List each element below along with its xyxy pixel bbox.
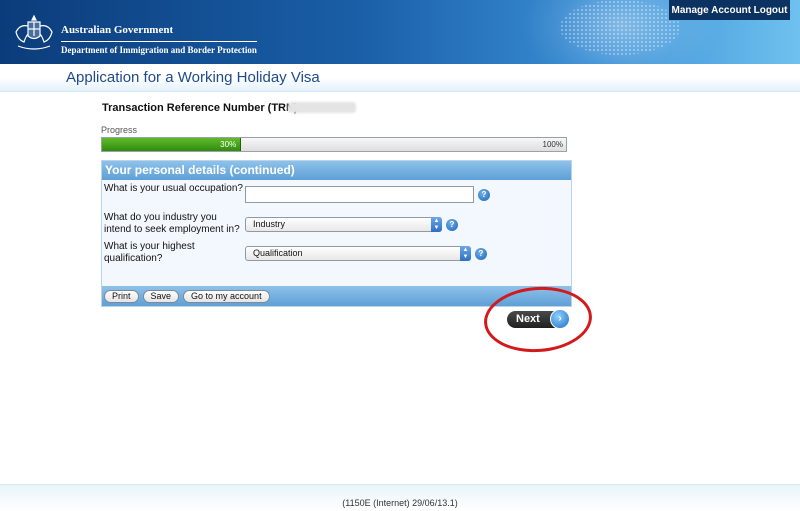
print-button[interactable]: Print [104, 289, 139, 303]
panel-heading: Your personal details (continued) [102, 161, 571, 180]
industry-help-icon[interactable]: ? [446, 219, 458, 231]
department-name: Department of Immigration and Border Pro… [61, 41, 257, 56]
manage-account-link[interactable]: Manage Account [671, 5, 751, 16]
select-arrows-icon: ▲ ▼ [431, 217, 442, 232]
progress-fill: 30% [102, 138, 242, 151]
trn-label: Transaction Reference Number (TRN): [102, 102, 302, 114]
industry-select[interactable]: Industry ▲ ▼ [245, 217, 442, 232]
progress-current-text: 30% [220, 140, 237, 149]
go-to-account-button[interactable]: Go to my account [183, 289, 270, 303]
logout-link[interactable]: Logout [754, 5, 788, 16]
progress-label: Progress [101, 125, 138, 135]
occupation-input[interactable] [245, 186, 474, 203]
globe-dots-graphic [560, 0, 680, 55]
gov-name: Australian Government [61, 24, 174, 36]
industry-selected-value: Industry [253, 219, 286, 229]
site-header: Australian Government Department of Immi… [0, 0, 800, 64]
account-links: Manage Account Logout [669, 0, 790, 20]
progress-max-text: 100% [542, 140, 563, 149]
qualification-help-icon[interactable]: ? [475, 248, 487, 260]
select-arrows-icon: ▲ ▼ [460, 246, 471, 261]
government-branding: Australian Government Department of Immi… [61, 24, 257, 56]
occupation-help-icon[interactable]: ? [478, 189, 490, 201]
title-band: Application for a Working Holiday Visa [0, 64, 800, 92]
trn-value-redacted [288, 102, 356, 113]
save-button[interactable]: Save [142, 289, 180, 303]
coat-of-arms-icon [15, 14, 53, 50]
personal-details-panel: Your personal details (continued) What i… [101, 160, 572, 307]
qualification-selected-value: Qualification [253, 248, 303, 258]
page-title: Application for a Working Holiday Visa [66, 69, 320, 86]
page-footer: (1150E (Internet) 29/06/13.1) [0, 484, 800, 511]
qualification-select[interactable]: Qualification ▲ ▼ [245, 246, 471, 261]
occupation-label: What is your usual occupation? [104, 183, 243, 194]
page-root: Australian Government Department of Immi… [0, 0, 800, 511]
industry-label: What do you industry you intend to seek … [104, 212, 240, 235]
progress-bar: 30% 100% [101, 137, 567, 152]
qualification-label: What is your highest qualification? [104, 241, 195, 264]
footer-version-text: (1150E (Internet) 29/06/13.1) [342, 498, 458, 508]
